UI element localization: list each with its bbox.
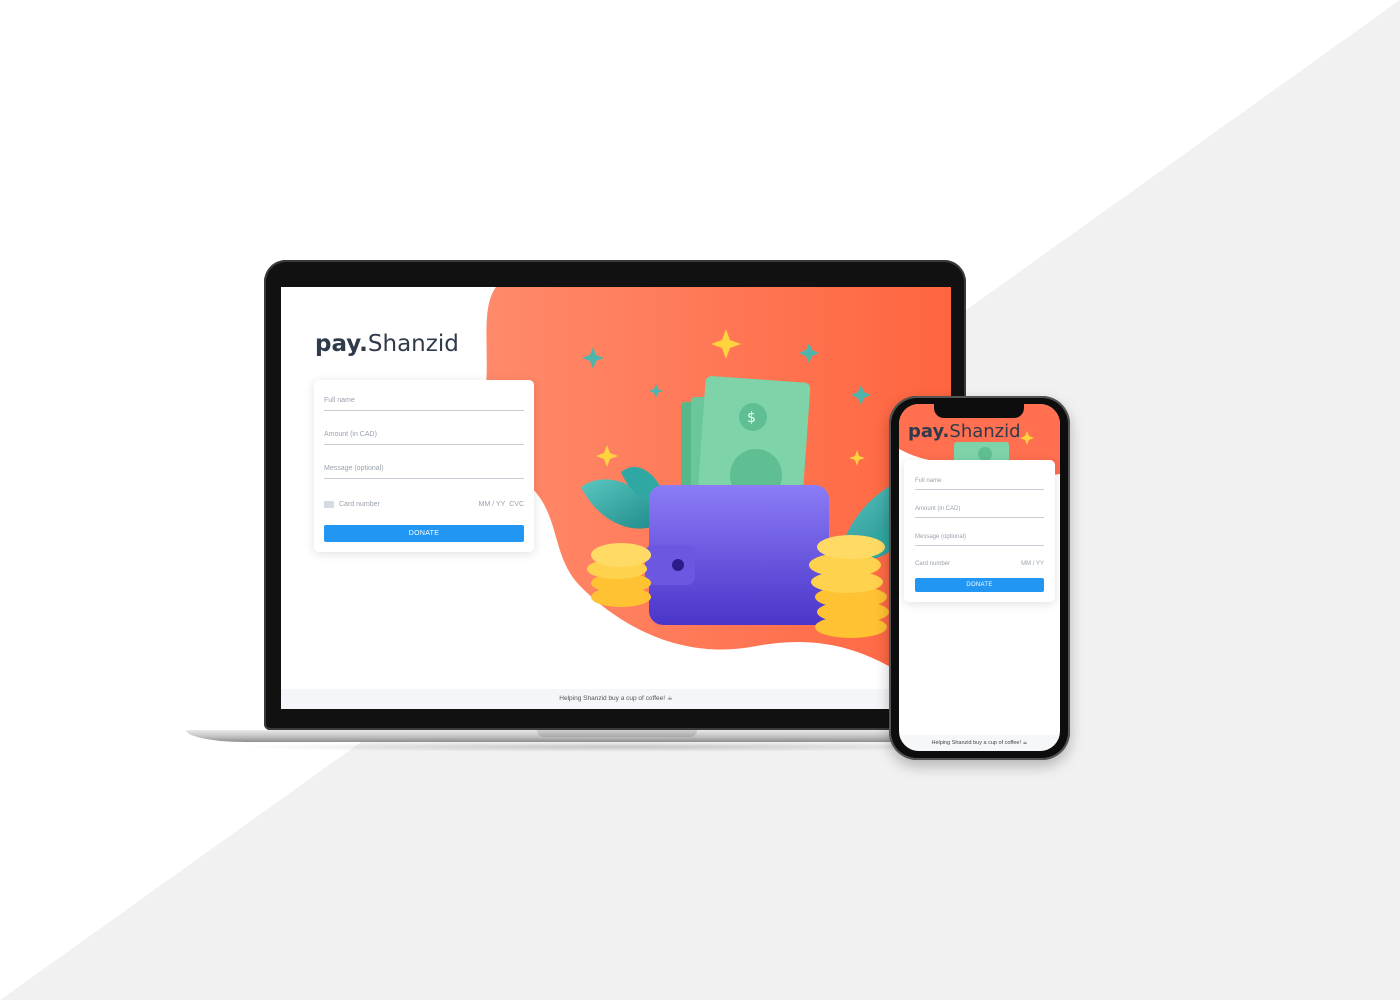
phone-brand-name: Shanzid (949, 421, 1021, 442)
phone-amount-field[interactable]: Amount (in CAD) (915, 503, 1044, 518)
donate-button[interactable]: DONATE (324, 525, 524, 542)
phone-message-field[interactable]: Message (optional) (915, 531, 1044, 546)
credit-card-icon (324, 500, 334, 508)
phone-brand-prefix: pay. (908, 421, 950, 442)
donation-form: Full name Amount (in CAD) Message (optio… (314, 380, 534, 552)
amount-field[interactable]: Amount (in CAD) (324, 428, 524, 445)
card-number-placeholder: Card number (339, 501, 380, 508)
laptop-hinge-notch (537, 730, 697, 737)
phone-donation-form: Full name Amount (in CAD) Message (optio… (904, 460, 1055, 602)
phone-expiry-placeholder: MM / YY (1021, 561, 1044, 567)
brand-prefix: pay. (315, 331, 368, 357)
expiry-cvc: MM / YY CVC (479, 499, 524, 511)
phone-site-footer: Helping Shanzid buy a cup of coffee! ☕ (899, 735, 1060, 751)
phone-brand-logo: pay.Shanzid (908, 421, 1021, 442)
phone-screen: pay.Shanzid Full name Amount (in CAD) Me… (899, 404, 1060, 751)
laptop-screen: pay.Shanzid Full name Amount (in CAD) Me… (281, 287, 951, 709)
site-footer: Helping Shanzid buy a cup of coffee! ☕ (281, 689, 951, 709)
brand-logo: pay.Shanzid (315, 331, 459, 357)
phone-card-number-placeholder: Card number (915, 561, 951, 567)
message-field[interactable]: Message (optional) (324, 462, 524, 479)
phone-donate-button[interactable]: DONATE (915, 578, 1044, 592)
expiry-placeholder: MM / YY (478, 501, 506, 508)
cvc-placeholder: CVC (509, 501, 524, 508)
full-name-field[interactable]: Full name (324, 394, 524, 411)
phone-card-input[interactable]: Card number MM / YY (915, 558, 1044, 570)
card-input[interactable]: Card number MM / YY CVC (324, 499, 524, 511)
phone-notch (934, 404, 1024, 418)
brand-name: Shanzid (367, 331, 459, 357)
svg-text:$: $ (747, 410, 756, 426)
phone-full-name-field[interactable]: Full name (915, 475, 1044, 490)
